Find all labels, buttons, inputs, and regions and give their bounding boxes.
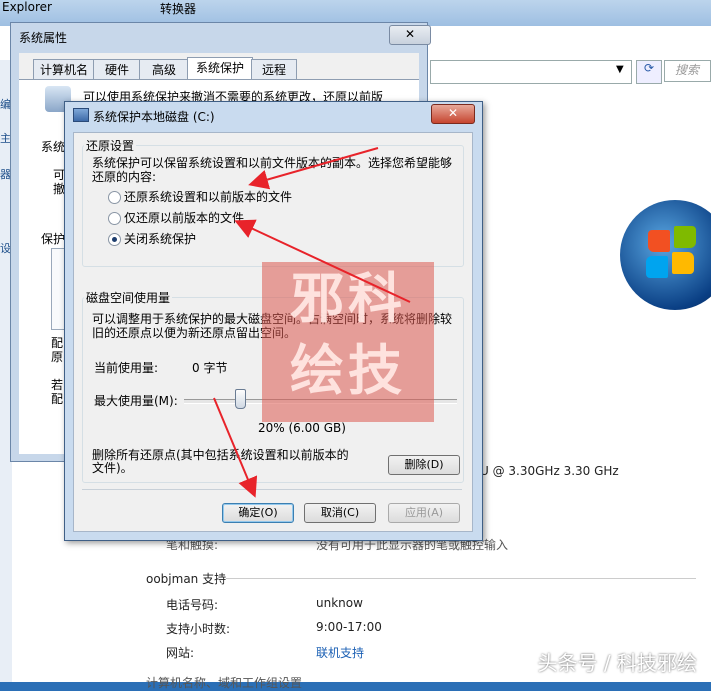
annotation-arrows xyxy=(213,147,411,498)
watermark-text: 头条号 / 科技邪绘 xyxy=(537,651,697,675)
arrow-to-restore-desc xyxy=(248,147,379,190)
arrow-to-ok xyxy=(213,397,258,498)
arrow-to-option xyxy=(234,219,411,303)
